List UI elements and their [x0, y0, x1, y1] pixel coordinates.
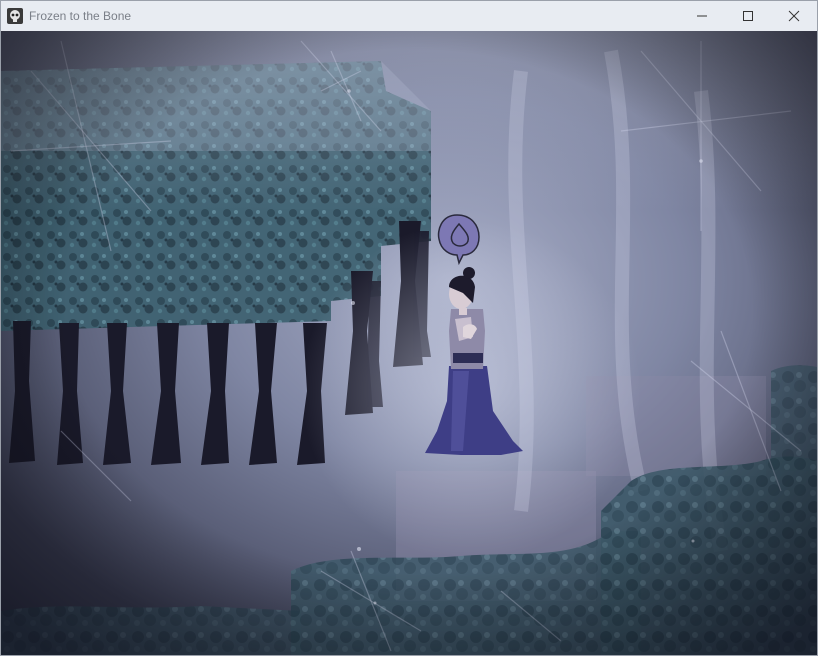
game-window: Frozen to the Bone — [0, 0, 818, 656]
close-button[interactable] — [771, 1, 817, 31]
game-scene — [1, 31, 817, 655]
title-bar[interactable]: Frozen to the Bone — [1, 1, 817, 31]
minimize-icon — [697, 15, 707, 17]
window-title: Frozen to the Bone — [29, 9, 132, 23]
vignette-overlay — [1, 31, 817, 655]
close-icon — [788, 10, 800, 22]
window-controls — [679, 1, 817, 31]
minimize-button[interactable] — [679, 1, 725, 31]
maximize-icon — [743, 11, 753, 21]
maximize-button[interactable] — [725, 1, 771, 31]
skull-icon — [7, 8, 23, 24]
game-viewport[interactable] — [1, 31, 817, 655]
